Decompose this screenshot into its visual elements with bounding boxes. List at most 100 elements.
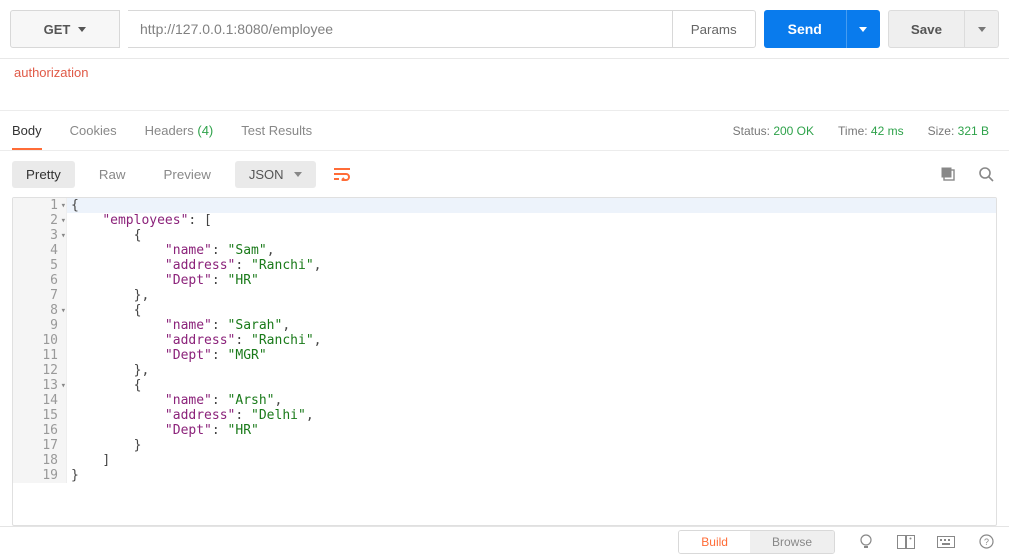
save-button[interactable]: Save [888, 10, 965, 48]
code-line: 7 }, [13, 288, 996, 303]
code-line: 10 "address": "Ranchi", [13, 333, 996, 348]
chevron-down-icon [978, 27, 986, 32]
params-button[interactable]: Params [673, 10, 756, 48]
status-value: 200 OK [773, 124, 814, 138]
code-line: 17 } [13, 438, 996, 453]
fold-toggle[interactable]: ▾ [58, 304, 66, 319]
code-content: "Dept": "MGR" [67, 348, 267, 363]
line-number: 9 [13, 318, 67, 333]
code-content: "name": "Sam", [67, 243, 275, 258]
response-tabs: Body Cookies Headers (4) Test Results [10, 113, 312, 149]
size-block: Size: 321 B [928, 124, 989, 138]
status-bar: Build Browse ? [0, 526, 1009, 556]
code-content: { [67, 303, 141, 318]
code-line: 6 "Dept": "HR" [13, 273, 996, 288]
code-content: { [67, 198, 79, 213]
line-number: 14 [13, 393, 67, 408]
keyboard-button[interactable] [935, 531, 957, 553]
time-block: Time: 42 ms [838, 124, 904, 138]
copy-button[interactable] [937, 163, 959, 185]
send-dropdown[interactable] [846, 10, 880, 48]
format-label: JSON [249, 167, 284, 182]
line-number: 1▾ [13, 198, 67, 213]
code-content: "Dept": "HR" [67, 273, 259, 288]
code-line: 5 "address": "Ranchi", [13, 258, 996, 273]
code-content: }, [67, 363, 149, 378]
line-number: 13▾ [13, 378, 67, 393]
panels-icon [897, 535, 915, 549]
code-line: 16 "Dept": "HR" [13, 423, 996, 438]
code-line: 12 }, [13, 363, 996, 378]
svg-text:?: ? [983, 537, 988, 547]
code-line: 19} [13, 468, 996, 483]
code-content: ] [67, 453, 110, 468]
tab-body[interactable]: Body [12, 113, 42, 150]
line-number: 11 [13, 348, 67, 363]
line-number: 8▾ [13, 303, 67, 318]
viewer-right-icons [937, 163, 997, 185]
help-button[interactable]: ? [975, 531, 997, 553]
code-content: "name": "Sarah", [67, 318, 290, 333]
code-line: 18 ] [13, 453, 996, 468]
line-number: 5 [13, 258, 67, 273]
url-input[interactable] [128, 10, 673, 48]
line-number: 2▾ [13, 213, 67, 228]
code-line: 9 "name": "Sarah", [13, 318, 996, 333]
code-content: "employees": [ [67, 213, 212, 228]
headers-count: (4) [197, 123, 213, 138]
raw-button[interactable]: Raw [85, 161, 140, 188]
code-content: } [67, 468, 79, 483]
tab-test-results[interactable]: Test Results [241, 113, 312, 149]
line-number: 12 [13, 363, 67, 378]
send-group: Send [764, 10, 880, 48]
code-content: "name": "Arsh", [67, 393, 282, 408]
chevron-down-icon [78, 27, 86, 32]
send-button[interactable]: Send [764, 10, 846, 48]
browse-mode-button[interactable]: Browse [750, 531, 834, 553]
code-line: 11 "Dept": "MGR" [13, 348, 996, 363]
mode-toggle: Build Browse [678, 530, 835, 554]
tips-button[interactable] [855, 531, 877, 553]
search-button[interactable] [975, 163, 997, 185]
size-value: 321 B [958, 124, 989, 138]
code-content: "Dept": "HR" [67, 423, 259, 438]
code-line: 13▾ { [13, 378, 996, 393]
wrap-lines-button[interactable] [326, 159, 358, 189]
method-select[interactable]: GET [10, 10, 120, 48]
code-line: 15 "address": "Delhi", [13, 408, 996, 423]
authorization-tab[interactable]: authorization [0, 59, 1009, 111]
status-bar-icons: ? [855, 531, 997, 553]
tab-cookies[interactable]: Cookies [70, 113, 117, 149]
method-label: GET [44, 22, 71, 37]
code-line: 8▾ { [13, 303, 996, 318]
fold-toggle[interactable]: ▾ [58, 199, 66, 214]
line-number: 10 [13, 333, 67, 348]
request-bar: GET Params Send Save [0, 0, 1009, 59]
line-number: 3▾ [13, 228, 67, 243]
code-content: { [67, 228, 141, 243]
panels-button[interactable] [895, 531, 917, 553]
fold-toggle[interactable]: ▾ [58, 214, 66, 229]
response-header: Body Cookies Headers (4) Test Results St… [0, 111, 1009, 151]
chevron-down-icon [294, 172, 302, 177]
preview-button[interactable]: Preview [149, 161, 224, 188]
keyboard-icon [937, 536, 955, 548]
code-line: 1▾{ [13, 198, 996, 213]
status-block: Status: 200 OK [733, 124, 814, 138]
save-dropdown[interactable] [965, 10, 999, 48]
format-select[interactable]: JSON [235, 161, 316, 188]
search-icon [978, 166, 994, 182]
code-line: 3▾ { [13, 228, 996, 243]
response-body[interactable]: 1▾{2▾ "employees": [3▾ {4 "name": "Sam",… [12, 197, 997, 526]
line-number: 4 [13, 243, 67, 258]
code-content: { [67, 378, 141, 393]
save-group: Save [888, 10, 999, 48]
line-number: 16 [13, 423, 67, 438]
chevron-down-icon [859, 27, 867, 32]
tab-headers[interactable]: Headers (4) [145, 113, 214, 149]
line-number: 18 [13, 453, 67, 468]
build-mode-button[interactable]: Build [679, 531, 750, 553]
fold-toggle[interactable]: ▾ [58, 229, 66, 244]
pretty-button[interactable]: Pretty [12, 161, 75, 188]
fold-toggle[interactable]: ▾ [58, 379, 66, 394]
